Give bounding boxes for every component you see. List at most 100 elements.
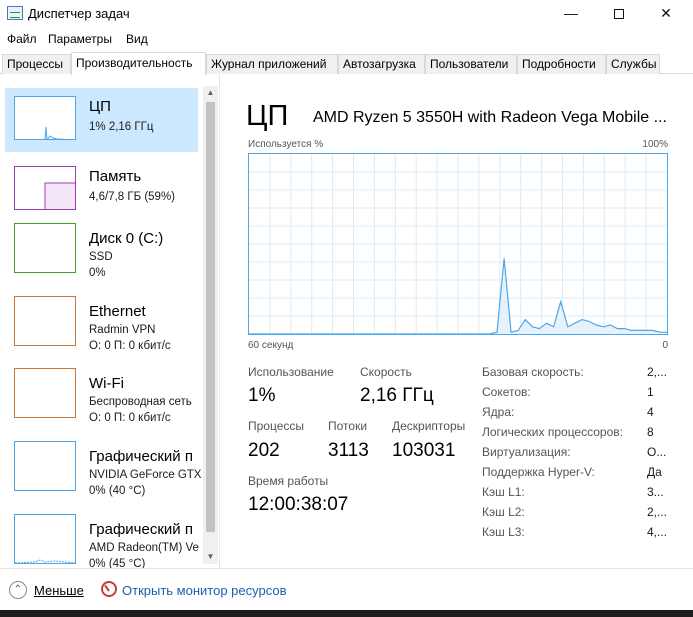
- scroll-down-arrow-icon[interactable]: ▼: [203, 550, 218, 564]
- tab-app-history[interactable]: Журнал приложений: [206, 54, 338, 74]
- graph-time-span: 60 секунд: [248, 340, 294, 351]
- sidebar-item-title: Диск 0 (C:): [89, 230, 164, 247]
- taskbar-edge: [0, 610, 693, 617]
- l1-cache-value: 3...: [647, 485, 664, 499]
- cpu-usage-graph-svg: [249, 154, 667, 334]
- sidebar-item-throughput: О: 0 П: 0 кбит/с: [89, 412, 171, 424]
- minimize-button[interactable]: —: [548, 0, 594, 28]
- sidebar-item-title: Wi-Fi: [89, 375, 124, 392]
- logical-processors-value: 8: [647, 425, 654, 439]
- l3-cache-value: 4,...: [647, 525, 668, 539]
- graph-time-zero: 0: [662, 340, 668, 351]
- l3-cache-label: Кэш L3:: [482, 525, 525, 539]
- logical-processors-label: Логических процессоров:: [482, 425, 623, 439]
- sidebar-item-gpu-amd[interactable]: Графический п AMD Radeon(TM) Ve 0% (45 °…: [5, 511, 199, 575]
- tab-strip: Процессы Производительность Журнал прило…: [0, 52, 693, 75]
- sidebar-item-title: ЦП: [89, 98, 111, 115]
- uptime-value: 12:00:38:07: [248, 494, 349, 515]
- utilization-label: Использование: [248, 365, 334, 379]
- sidebar-item-title: Память: [89, 168, 142, 185]
- title-bar: Диспетчер задач — ✕: [0, 0, 693, 28]
- memory-thumbnail-graph: [14, 166, 76, 210]
- threads-label: Потоки: [328, 419, 368, 433]
- task-manager-icon: [7, 6, 23, 20]
- tab-performance[interactable]: Производительность: [71, 52, 206, 75]
- ethernet-thumbnail-graph: [14, 296, 76, 346]
- tab-details[interactable]: Подробности: [517, 54, 606, 74]
- cores-label: Ядра:: [482, 405, 515, 419]
- sidebar-item-detail: Radmin VPN: [89, 324, 156, 336]
- menu-file[interactable]: Файл: [7, 32, 37, 46]
- sidebar-item-detail: SSD: [89, 251, 113, 263]
- sidebar-scrollbar[interactable]: ▲ ▼: [203, 86, 218, 564]
- page-title: ЦП: [246, 100, 289, 132]
- graph-y-label: Используется %: [248, 139, 324, 150]
- cpu-usage-graph: [248, 153, 668, 335]
- uptime-label: Время работы: [248, 474, 329, 488]
- speed-label: Скорость: [360, 365, 412, 379]
- sidebar-item-ethernet[interactable]: Ethernet Radmin VPN О: 0 П: 0 кбит/с: [5, 293, 198, 357]
- threads-value: 3113: [328, 440, 369, 461]
- menu-view[interactable]: Вид: [126, 32, 148, 46]
- footer: ⌃ Меньше Открыть монитор ресурсов: [0, 568, 693, 610]
- sidebar-item-detail: AMD Radeon(TM) Ve: [89, 542, 199, 554]
- close-button[interactable]: ✕: [643, 0, 689, 28]
- wifi-thumbnail-graph: [14, 368, 76, 418]
- sockets-label: Сокетов:: [482, 385, 531, 399]
- processes-label: Процессы: [248, 419, 305, 433]
- resource-list: ЦП 1% 2,16 ГГц Память 4,6/7,8 ГБ (59%) Д…: [0, 74, 220, 570]
- base-speed-value: 2,...: [647, 365, 668, 379]
- handles-value: 103031: [392, 440, 456, 461]
- tab-processes[interactable]: Процессы: [2, 54, 71, 74]
- virtualization-value: О...: [647, 445, 667, 459]
- sidebar-item-detail: Беспроводная сеть: [89, 396, 192, 408]
- sidebar-item-detail: 1% 2,16 ГГц: [89, 121, 154, 133]
- gpu-thumbnail-graph: [14, 514, 76, 564]
- handles-label: Дескрипторы: [392, 419, 466, 433]
- open-resource-monitor-link[interactable]: Открыть монитор ресурсов: [122, 583, 286, 598]
- virtualization-label: Виртуализация:: [482, 445, 571, 459]
- maximize-icon: [614, 9, 624, 20]
- graph-y-max: 100%: [642, 139, 668, 150]
- processes-value: 202: [248, 440, 280, 461]
- sidebar-item-detail: NVIDIA GeForce GTX: [89, 469, 202, 481]
- gpu-thumbnail-graph: [14, 441, 76, 491]
- utilization-value: 1%: [248, 385, 276, 406]
- l2-cache-label: Кэш L2:: [482, 505, 525, 519]
- sidebar-item-gpu-nvidia[interactable]: Графический п NVIDIA GeForce GTX 0% (40 …: [5, 438, 201, 502]
- sidebar-item-disk[interactable]: Диск 0 (C:) SSD 0%: [5, 220, 198, 284]
- sidebar-item-title: Графический п: [89, 448, 193, 465]
- hyper-v-label: Поддержка Hyper-V:: [482, 465, 595, 479]
- l1-cache-label: Кэш L1:: [482, 485, 525, 499]
- cpu-detail-panel: ЦП AMD Ryzen 5 3550H with Radeon Vega Mo…: [220, 74, 693, 568]
- sidebar-item-detail: 4,6/7,8 ГБ (59%): [89, 191, 176, 203]
- sidebar-item-throughput: О: 0 П: 0 кбит/с: [89, 340, 171, 352]
- fewer-details-link[interactable]: Меньше: [34, 583, 84, 598]
- window-title: Диспетчер задач: [28, 6, 130, 21]
- cpu-thumbnail-graph: [14, 96, 76, 140]
- scroll-up-arrow-icon[interactable]: ▲: [203, 86, 218, 100]
- chevron-up-icon[interactable]: ⌃: [9, 581, 27, 599]
- sidebar-item-usage: 0% (40 °C): [89, 485, 146, 497]
- cores-value: 4: [647, 405, 654, 419]
- sidebar-item-title: Графический п: [89, 521, 193, 538]
- sidebar-item-wifi[interactable]: Wi-Fi Беспроводная сеть О: 0 П: 0 кбит/с: [5, 365, 198, 429]
- sidebar-item-cpu[interactable]: ЦП 1% 2,16 ГГц: [5, 88, 198, 152]
- scrollbar-thumb[interactable]: [206, 102, 215, 532]
- sidebar-item-title: Ethernet: [89, 303, 146, 320]
- tab-users[interactable]: Пользователи: [425, 54, 517, 74]
- resource-monitor-icon: [101, 581, 117, 597]
- cpu-model-name: AMD Ryzen 5 3550H with Radeon Vega Mobil…: [313, 109, 667, 126]
- menu-bar: Файл Параметры Вид: [0, 28, 693, 50]
- tab-services[interactable]: Службы: [606, 54, 660, 74]
- menu-options[interactable]: Параметры: [48, 32, 112, 46]
- sockets-value: 1: [647, 385, 654, 399]
- sidebar-item-memory[interactable]: Память 4,6/7,8 ГБ (59%): [5, 158, 198, 222]
- l2-cache-value: 2,...: [647, 505, 668, 519]
- base-speed-label: Базовая скорость:: [482, 365, 584, 379]
- tab-startup[interactable]: Автозагрузка: [338, 54, 425, 74]
- disk-thumbnail-graph: [14, 223, 76, 273]
- sidebar-item-usage: 0%: [89, 267, 106, 279]
- speed-value: 2,16 ГГц: [360, 385, 434, 406]
- maximize-button[interactable]: [596, 0, 642, 28]
